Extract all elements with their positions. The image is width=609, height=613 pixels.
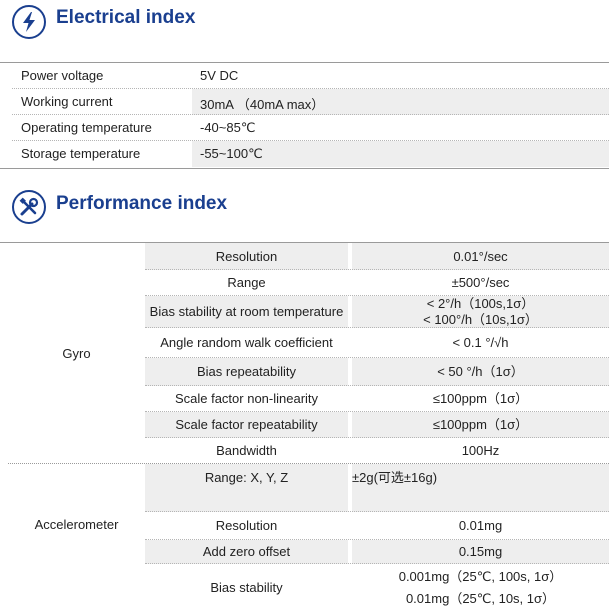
electrical-bottom-rule bbox=[0, 168, 609, 169]
param-value: 0.01°/sec bbox=[352, 243, 609, 270]
param-value: < 0.1 °/√h bbox=[452, 335, 509, 350]
performance-row: Bias repeatability < 50 °/h（1σ） bbox=[145, 358, 609, 386]
electrical-row-value: -40~85℃ bbox=[200, 120, 256, 135]
electrical-row-label: Storage temperature bbox=[21, 146, 141, 161]
param-value: 0.001mg（25℃, 100s, 1σ） 0.01mg（25℃, 10s, … bbox=[398, 569, 563, 606]
performance-row: Range ±500°/sec bbox=[145, 270, 609, 296]
param-name: Bias stability at room temperature bbox=[145, 296, 348, 328]
param-name: Angle random walk coefficient bbox=[160, 335, 333, 350]
param-name: Scale factor non-linearity bbox=[174, 391, 319, 406]
electrical-row: Working current 30mA （40mA max） bbox=[12, 89, 609, 115]
tools-icon bbox=[12, 190, 46, 224]
performance-row: Angle random walk coefficient < 0.1 °/√h bbox=[145, 328, 609, 358]
param-name: Scale factor repeatability bbox=[145, 412, 348, 438]
param-value: ≤100ppm（1σ） bbox=[352, 412, 609, 438]
lightning-icon bbox=[12, 5, 46, 39]
performance-row: Bandwidth 100Hz bbox=[145, 438, 609, 463]
performance-row: Scale factor non-linearity ≤100ppm（1σ） bbox=[145, 386, 609, 412]
param-value: ±2g(可选±16g) bbox=[352, 464, 609, 512]
param-name: Bandwidth bbox=[216, 442, 277, 458]
electrical-row: Operating temperature -40~85℃ bbox=[12, 115, 609, 141]
param-name: Range bbox=[227, 275, 266, 290]
performance-row: Bias stability at room temperature < 2°/… bbox=[145, 296, 609, 328]
param-value: < 50 °/h（1σ） bbox=[352, 358, 609, 386]
param-value: 0.15mg bbox=[352, 540, 609, 564]
param-name: Resolution bbox=[145, 243, 348, 270]
electrical-row-value: 30mA （40mA max） bbox=[192, 89, 609, 115]
param-name: Add zero offset bbox=[145, 540, 348, 564]
param-name: Resolution bbox=[215, 518, 278, 533]
param-value: 0.01mg bbox=[458, 518, 503, 533]
electrical-row-label: Operating temperature bbox=[21, 120, 152, 135]
electrical-row: Storage temperature -55~100℃ bbox=[12, 141, 609, 167]
performance-row: Bias stability 0.001mg（25℃, 100s, 1σ） 0.… bbox=[145, 564, 609, 612]
param-value: 100Hz bbox=[461, 442, 500, 458]
electrical-row-label: Power voltage bbox=[21, 68, 104, 83]
param-value: ≤100ppm（1σ） bbox=[432, 391, 529, 406]
param-name: Range: X, Y, Z bbox=[145, 464, 348, 512]
performance-row: Add zero offset 0.15mg bbox=[145, 540, 609, 564]
group-label-gyro: Gyro bbox=[62, 345, 91, 361]
performance-section-header: Performance index bbox=[0, 189, 609, 233]
performance-row: Scale factor repeatability ≤100ppm（1σ） bbox=[145, 412, 609, 438]
param-name: Bias repeatability bbox=[145, 358, 348, 386]
electrical-row-value: -55~100℃ bbox=[192, 141, 609, 167]
performance-row: Range: X, Y, Z ±2g(可选±16g) bbox=[145, 464, 609, 512]
electrical-row: Power voltage 5V DC bbox=[12, 63, 609, 89]
performance-title: Performance index bbox=[56, 193, 228, 214]
param-value: < 2°/h（100s,1σ） < 100°/h（10s,1σ） bbox=[352, 296, 609, 328]
group-label-accelerometer: Accelerometer bbox=[34, 516, 119, 532]
electrical-section-header: Electrical index bbox=[0, 3, 609, 47]
performance-row: Resolution 0.01°/sec bbox=[145, 243, 609, 270]
electrical-title: Electrical index bbox=[56, 7, 196, 28]
electrical-row-label: Working current bbox=[21, 94, 113, 109]
param-name: Bias stability bbox=[210, 580, 283, 595]
electrical-row-value: 5V DC bbox=[200, 68, 239, 83]
performance-row: Resolution 0.01mg bbox=[145, 512, 609, 540]
param-value: ±500°/sec bbox=[451, 275, 510, 290]
